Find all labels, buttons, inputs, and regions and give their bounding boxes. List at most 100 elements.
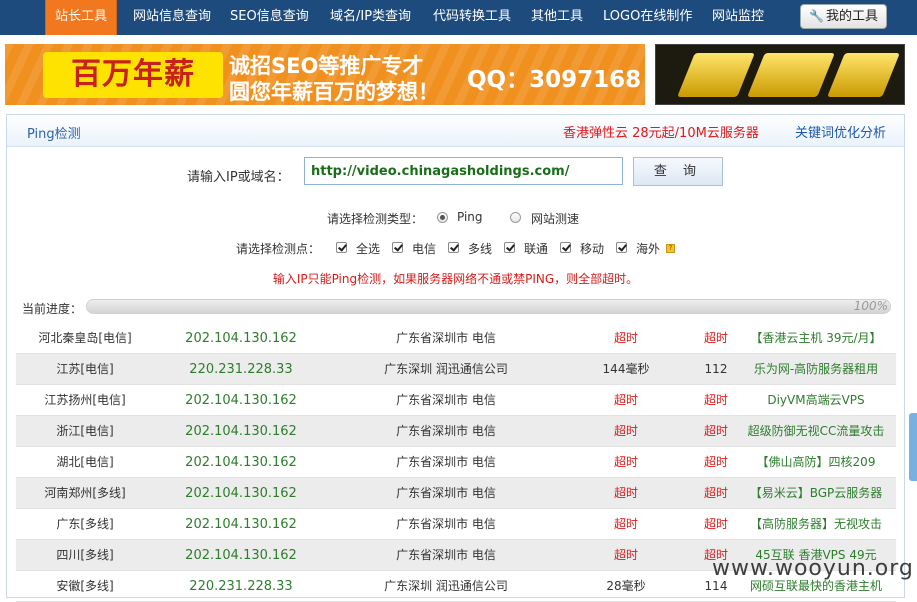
ip-cell: 202.104.130.162 — [185, 331, 297, 346]
progress-label: 当前进度： — [22, 302, 83, 316]
wrench-icon: 🔧 — [808, 9, 824, 23]
nav-item-site-info[interactable]: 网站信息查询 — [133, 0, 211, 35]
node-cell: 河北秦皇岛[电信] — [38, 331, 132, 345]
node-cell: 湖北[电信] — [56, 455, 114, 469]
table-row: 浙江[电信] 202.104.130.162 广东省深圳市 电信 超时 超时 超级防御无视… — [16, 416, 896, 447]
ad-link-cell[interactable]: DiyVM高端云VPS — [736, 385, 896, 416]
progress-fill — [87, 300, 890, 313]
ip-cell: 202.104.130.162 — [185, 517, 297, 532]
table-row: 湖北[电信] 202.104.130.162 广东省深圳市 电信 超时 超时 【佛山高防】… — [16, 447, 896, 478]
checkbox-telecom[interactable] — [392, 242, 403, 253]
table-row: 广东[多线] 202.104.130.162 广东省深圳市 电信 超时 超时 【高防服务器… — [16, 509, 896, 540]
checkbox-overseas[interactable] — [616, 242, 627, 253]
checkbox-multiline-label: 多线 — [468, 242, 493, 256]
checkbox-multiline[interactable] — [448, 242, 459, 253]
location-cell: 广东深圳 润迅通信公司 — [384, 579, 508, 593]
ad-link-cell[interactable]: 【易米云】BGP云服务器 — [736, 478, 896, 509]
ad-link-cell[interactable]: 【佛山高防】四核209 — [736, 447, 896, 478]
time-cell: 超时 — [613, 331, 638, 345]
my-tools-button[interactable]: 🔧 我的工具 — [800, 4, 887, 29]
checkbox-unicom[interactable] — [504, 242, 515, 253]
time-cell: 28毫秒 — [606, 579, 646, 593]
node-cell: 广东[多线] — [56, 517, 114, 531]
checkbox-mobile[interactable] — [560, 242, 571, 253]
table-row: 河北秦皇岛[电信] 202.104.130.162 广东省深圳市 电信 超时 超时 【香港… — [16, 323, 896, 354]
banner-big-text: 百万年薪 — [43, 52, 223, 98]
progress-bar: 100% — [86, 299, 891, 314]
nav-item-site-monitor[interactable]: 网站监控 — [712, 0, 764, 35]
ping-panel: Ping检测 香港弹性云 28元起/10M云服务器 关键词优化分析 请输入IP或… — [6, 114, 905, 602]
panel-header: Ping检测 香港弹性云 28元起/10M云服务器 关键词优化分析 — [7, 115, 904, 147]
time-cell: 超时 — [613, 486, 638, 500]
location-cell: 广东省深圳市 电信 — [396, 331, 496, 345]
banner-ad-recruit[interactable]: 百万年薪 诚招SEO等推广专才 圆您年薪百万的梦想！ QQ：3097168 — [5, 44, 645, 105]
radio-ping[interactable] — [437, 212, 448, 223]
time-cell: 144毫秒 — [602, 362, 650, 376]
checkbox-all-label: 全选 — [356, 242, 381, 256]
ip-cell: 220.231.228.33 — [189, 362, 293, 377]
location-cell: 广东省深圳市 电信 — [396, 548, 496, 562]
ad-link-hk-cloud[interactable]: 香港弹性云 28元起/10M云服务器 — [563, 122, 759, 141]
node-cell: 安徽[多线] — [56, 579, 114, 593]
ip-cell: 202.104.130.162 — [185, 486, 297, 501]
time-cell: 超时 — [613, 393, 638, 407]
ad-link-keyword[interactable]: 关键词优化分析 — [795, 122, 886, 141]
radio-speed-test-label: 网站测速 — [531, 212, 580, 226]
nav-item-code-convert[interactable]: 代码转换工具 — [433, 0, 511, 35]
table-row: 河南郑州[多线] 202.104.130.162 广东省深圳市 电信 超时 超时 【易米云… — [16, 478, 896, 509]
nav-item-logo-maker[interactable]: LOGO在线制作 — [603, 0, 692, 35]
node-cell: 四川[多线] — [56, 548, 114, 562]
location-cell: 广东省深圳市 电信 — [396, 517, 496, 531]
banner-qq: QQ：3097168 — [467, 67, 642, 93]
query-button[interactable]: 查 询 — [633, 157, 723, 186]
point-label: 请选择检测点： — [236, 242, 321, 256]
time-cell: 超时 — [613, 424, 638, 438]
ip-label: 请输入IP或域名： — [187, 170, 290, 185]
nav-item-other-tools[interactable]: 其他工具 — [531, 0, 583, 35]
watermark: www.wooyun.org — [712, 556, 914, 581]
progress-text: 100% — [853, 299, 888, 313]
ip-cell: 220.231.228.33 — [189, 579, 293, 594]
checkbox-telecom-label: 电信 — [412, 242, 437, 256]
node-cell: 江苏[电信] — [56, 362, 114, 376]
location-cell: 广东省深圳市 电信 — [396, 424, 496, 438]
my-tools-label: 我的工具 — [825, 9, 878, 24]
checkbox-all[interactable] — [336, 242, 347, 253]
time-cell: 超时 — [613, 455, 638, 469]
checkbox-overseas-label: 海外 — [636, 242, 661, 256]
ip-cell: 202.104.130.162 — [185, 424, 297, 439]
banner-ad-graphic[interactable] — [655, 44, 905, 105]
nav-item-domain-ip[interactable]: 域名/IP类查询 — [330, 0, 411, 35]
table-row: 江苏[电信] 220.231.228.33 广东深圳 润迅通信公司 144毫秒 112 乐… — [16, 354, 896, 385]
time-cell: 超时 — [613, 548, 638, 562]
ad-link-cell[interactable]: 【高防服务器】无视攻击 — [736, 509, 896, 540]
ip-cell: 202.104.130.162 — [185, 455, 297, 470]
node-cell: 江苏扬州[电信] — [44, 393, 126, 407]
nav-item-webmaster-tools[interactable]: 站长工具 — [45, 0, 117, 35]
table-row: 江苏扬州[电信] 202.104.130.162 广东省深圳市 电信 超时 超时 DiyV… — [16, 385, 896, 416]
ip-cell: 202.104.130.162 — [185, 393, 297, 408]
ip-cell: 202.104.130.162 — [185, 548, 297, 563]
side-feedback-tab[interactable] — [909, 413, 917, 481]
location-cell: 广东深圳 润迅通信公司 — [384, 362, 508, 376]
banner-graphic-shape — [747, 53, 835, 97]
ad-link-cell[interactable]: 【香港云主机 39元/月】 — [736, 323, 896, 354]
ad-link-cell[interactable]: 超级防御无视CC流量攻击 — [736, 416, 896, 447]
ip-domain-input[interactable] — [304, 157, 623, 185]
node-cell: 河南郑州[多线] — [44, 486, 126, 500]
location-cell: 广东省深圳市 电信 — [396, 393, 496, 407]
type-label: 请选择检测类型： — [327, 212, 424, 226]
banner-graphic-shape — [827, 53, 900, 97]
location-cell: 广东省深圳市 电信 — [396, 486, 496, 500]
radio-speed-test[interactable] — [510, 212, 521, 223]
node-cell: 浙江[电信] — [56, 424, 114, 438]
checkbox-unicom-label: 联通 — [524, 242, 549, 256]
panel-title: Ping检测 — [27, 127, 81, 142]
nav-item-seo-info[interactable]: SEO信息查询 — [230, 0, 309, 35]
ad-link-cell[interactable]: 乐为网-高防服务器租用 — [736, 354, 896, 385]
location-cell: 广东省深圳市 电信 — [396, 455, 496, 469]
help-icon[interactable]: ? — [666, 244, 675, 253]
top-nav: 站长工具 网站信息查询 SEO信息查询 域名/IP类查询 代码转换工具 其他工具… — [0, 0, 917, 35]
ping-note: 输入IP只能Ping检测，如果服务器网络不通或禁PING，则全部超时。 — [272, 272, 639, 286]
time-cell: 超时 — [613, 517, 638, 531]
